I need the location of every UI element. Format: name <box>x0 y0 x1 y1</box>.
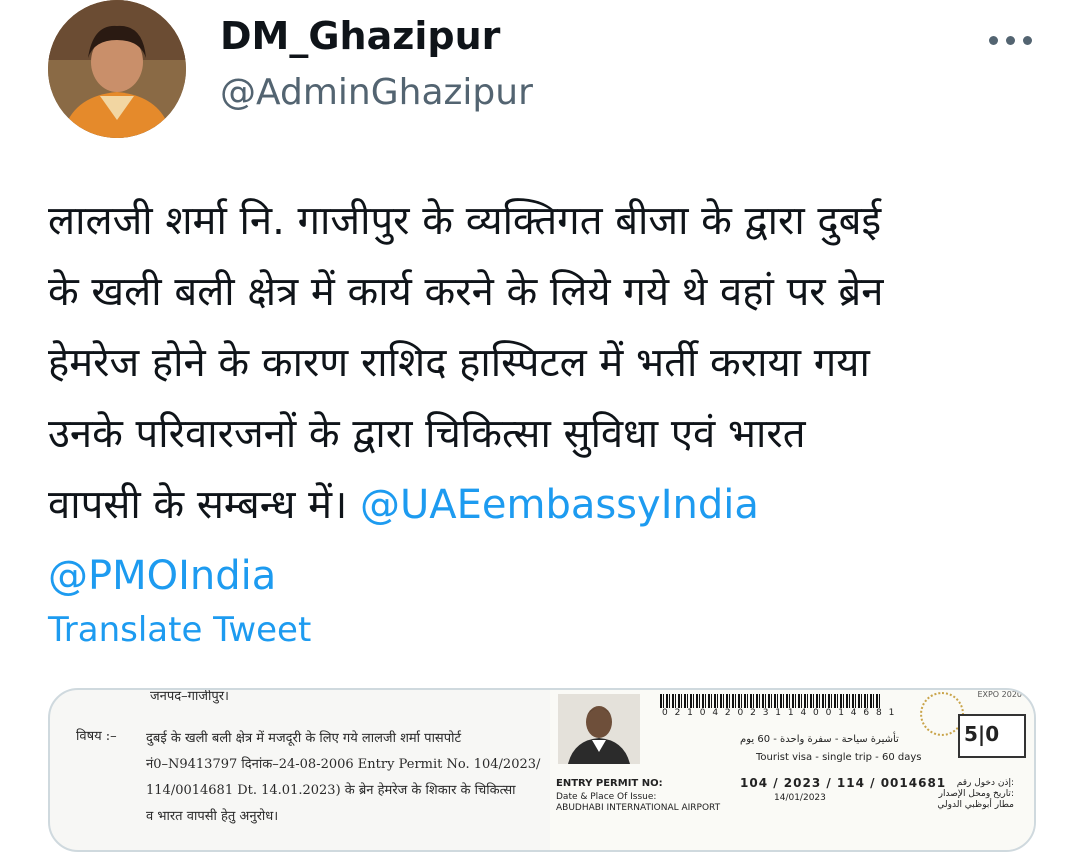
letter-header-fragment: जनपद–गाजीपुर। <box>150 689 229 704</box>
visa-type-arabic: تأشيرة سياحة - سفرة واحدة - 60 يوم <box>740 734 899 745</box>
tweet-text-line: के खली बली क्षेत्र में कार्य करने के लिय… <box>48 269 884 315</box>
entry-permit-document: 0 2 1 0 4 2 0 2 3 1 1 4 0 0 1 4 6 8 1 تأ… <box>550 690 1034 850</box>
tweet-text: लालजी शर्मा नि. गाजीपुर के व्यक्तिगत बीज… <box>48 186 1048 612</box>
author-display-name[interactable]: DM_Ghazipur <box>220 14 500 58</box>
more-options-button[interactable] <box>980 20 1040 60</box>
letter-line: नं0–N9413797 दिनांक–24-08-2006 Entry Per… <box>146 757 541 772</box>
expo-text: EXPO 2020 <box>977 690 1022 699</box>
letter-subject-label: विषय :– <box>76 729 117 744</box>
stamp-box: 5|0 <box>958 714 1026 758</box>
tweet-text-line: वापसी के सम्बन्ध में। @UAEembassyIndia <box>48 470 1048 541</box>
barcode <box>660 694 880 708</box>
translate-tweet-link[interactable]: Translate Tweet <box>48 610 311 650</box>
letter-line: 114/0014681 Dt. 14.01.2023) के ब्रेन हेम… <box>146 783 516 798</box>
entry-permit-value: 104 / 2023 / 114 / 0014681 <box>740 776 947 790</box>
tweet-media-image[interactable]: जनपद–गाजीपुर। विषय :– दुबई के खली बली क्… <box>48 688 1036 852</box>
tweet-text-line: उनके परिवारजनों के द्वारा चिकित्सा सुविध… <box>48 411 806 457</box>
more-dots-icon <box>988 35 998 45</box>
letter-document: जनपद–गाजीपुर। विषय :– दुबई के खली बली क्… <box>50 690 550 850</box>
passport-photo <box>558 694 640 764</box>
issue-date: 14/01/2023 <box>774 793 826 803</box>
letter-line: व भारत वापसी हेतु अनुरोध। <box>146 809 279 824</box>
avatar[interactable] <box>48 0 186 138</box>
barcode-number: 0 2 1 0 4 2 0 2 3 1 1 4 0 0 1 4 6 8 1 <box>662 708 897 718</box>
visa-type: Tourist visa - single trip - 60 days <box>756 752 922 763</box>
tweet-header: DM_Ghazipur @AdminGhazipur <box>0 0 1080 160</box>
tweet-text-line: हेमरेज होने के कारण राशिद हास्पिटल में भ… <box>48 340 870 386</box>
arabic-label: إذن دخول رقم: <box>956 778 1014 788</box>
mention-link-uae-embassy[interactable]: @UAEembassyIndia <box>360 482 759 528</box>
author-handle[interactable]: @AdminGhazipur <box>220 72 533 113</box>
arabic-label: تاريخ ومحل الإصدار: <box>938 789 1014 799</box>
arabic-label: مطار أبوظبي الدولي <box>937 800 1014 810</box>
tweet-text-line: लालजी शर्मा नि. गाजीपुर के व्यक्तिगत बीज… <box>48 198 882 244</box>
tweet-text-fragment: वापसी के सम्बन्ध में। <box>48 482 360 528</box>
letter-subject-text: दुबई के खली बली क्षेत्र में मजदूरी के लि… <box>146 726 540 830</box>
issue-label: Date & Place Of Issue: <box>556 792 657 802</box>
entry-permit-label: ENTRY PERMIT NO: <box>556 778 663 789</box>
mention-link-pmo[interactable]: @PMOIndia <box>48 553 276 599</box>
issue-place: ABUDHABI INTERNATIONAL AIRPORT <box>556 803 721 813</box>
tweet-text-line: @PMOIndia <box>48 541 1048 612</box>
letter-line: दुबई के खली बली क्षेत्र में मजदूरी के लि… <box>146 731 462 746</box>
arabic-labels: إذن دخول رقم: تاريخ ومحل الإصدار: مطار أ… <box>937 778 1014 811</box>
